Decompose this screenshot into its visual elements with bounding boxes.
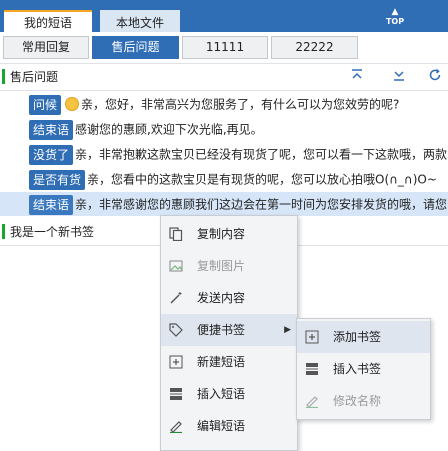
tag-icon xyxy=(169,323,183,337)
phrase-row-selected[interactable]: 结束语 亲，非常感谢您的惠顾我们这边会在第一时间为您安排发货的哦，请您 xyxy=(0,192,448,216)
category-22222[interactable]: 22222 xyxy=(271,36,358,59)
refresh-icon[interactable] xyxy=(426,68,444,86)
context-menu: 复制内容 复制图片 发送内容 便捷书签 ▶ 新建短语 插入短语 编辑短语 xyxy=(160,215,298,451)
menu-item-copy-content[interactable]: 复制内容 xyxy=(161,218,297,250)
phrase-text: 亲，您好，非常高兴为您服务了，有什么可以为您效劳的呢? xyxy=(81,97,400,112)
bookmark-submenu: 添加书签 插入书签 修改名称 xyxy=(296,318,431,420)
phrase-row[interactable]: 是否有货 亲，您看中的这款宝贝是有现货的呢，您可以放心拍哦O(∩_∩)O~ xyxy=(0,167,448,191)
smiley-emoji-icon xyxy=(65,96,80,111)
menu-item-quick-bookmark[interactable]: 便捷书签 ▶ xyxy=(161,314,297,346)
phrase-tag: 是否有货 xyxy=(29,169,86,190)
magic-wand-icon xyxy=(169,291,183,305)
pen-icon xyxy=(305,394,319,409)
category-after-sales[interactable]: 售后问题 xyxy=(92,36,179,59)
tab-my-phrases[interactable]: 我的短语 xyxy=(4,10,92,32)
category-common-reply[interactable]: 常用回复 xyxy=(3,36,89,59)
category-bar: 常用回复 售后问题 11111 22222 xyxy=(0,32,448,62)
copy-icon xyxy=(169,227,183,242)
insert-icon xyxy=(305,362,319,376)
pen-icon xyxy=(169,419,183,434)
group-title: 我是一个新书签 xyxy=(10,225,95,239)
menu-item-copy-image[interactable]: 复制图片 xyxy=(161,250,297,282)
group-header[interactable]: 售后问题 xyxy=(0,64,448,90)
phrase-tag: 问候 xyxy=(29,94,62,115)
image-icon xyxy=(169,259,183,273)
tab-local-files[interactable]: 本地文件 xyxy=(100,10,180,32)
menu-item-new-phrase[interactable]: 新建短语 xyxy=(161,346,297,378)
menu-item-edit-phrase[interactable]: 编辑短语 xyxy=(161,410,297,442)
phrase-tag: 结束语 xyxy=(29,194,74,215)
menu-item-insert-phrase[interactable]: 插入短语 xyxy=(161,378,297,410)
submenu-item-rename[interactable]: 修改名称 xyxy=(297,385,430,417)
insert-icon xyxy=(169,387,183,401)
submenu-item-insert-bookmark[interactable]: 插入书签 xyxy=(297,353,430,385)
category-11111[interactable]: 11111 xyxy=(182,36,268,59)
divider xyxy=(0,90,448,91)
phrase-row[interactable]: 问候 亲，您好，非常高兴为您服务了，有什么可以为您效劳的呢? xyxy=(0,92,448,116)
submenu-arrow-icon: ▶ xyxy=(284,325,291,335)
phrase-text: 亲，非常抱歉这款宝贝已经没有现货了呢，您可以看一下这款哦，两款 xyxy=(75,147,448,162)
phrase-tag: 结束语 xyxy=(29,119,74,140)
scroll-top-button[interactable]: ▲ TOP xyxy=(384,7,406,27)
add-icon xyxy=(169,355,183,369)
phrase-text: 亲，您看中的这款宝贝是有现货的呢，您可以放心拍哦O(∩_∩)O~ xyxy=(87,172,437,187)
top-tab-bar: 我的短语 本地文件 ▲ TOP xyxy=(0,0,448,32)
arrow-up-icon: ▲ xyxy=(391,7,399,17)
group-marker xyxy=(2,224,5,239)
group-marker xyxy=(2,69,5,84)
phrase-row[interactable]: 结束语 感谢您的惠顾,欢迎下次光临,再见。 xyxy=(0,117,448,141)
move-bottom-icon[interactable] xyxy=(390,68,408,86)
group-title: 售后问题 xyxy=(10,70,59,84)
phrase-tag: 没货了 xyxy=(29,144,74,165)
move-top-icon[interactable] xyxy=(348,68,366,86)
phrase-text: 感谢您的惠顾,欢迎下次光临,再见。 xyxy=(75,122,263,137)
submenu-item-add-bookmark[interactable]: 添加书签 xyxy=(297,321,430,353)
phrase-row[interactable]: 没货了 亲，非常抱歉这款宝贝已经没有现货了呢，您可以看一下这款哦，两款 xyxy=(0,142,448,166)
add-icon xyxy=(305,330,319,344)
menu-item-send-content[interactable]: 发送内容 xyxy=(161,282,297,314)
phrase-text: 亲，非常感谢您的惠顾我们这边会在第一时间为您安排发货的哦，请您 xyxy=(75,197,448,212)
